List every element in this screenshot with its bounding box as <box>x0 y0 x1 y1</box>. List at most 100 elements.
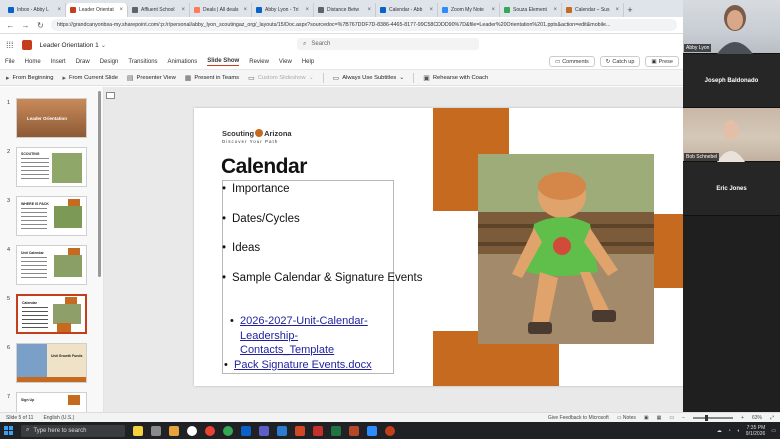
close-icon[interactable]: × <box>305 7 309 13</box>
notifications-icon[interactable]: ▭ <box>771 428 776 434</box>
comments-button[interactable]: ▭ Comments <box>549 56 595 67</box>
slide-thumbnail-1[interactable]: Leader Orientation <box>16 98 87 138</box>
tab-design[interactable]: Design <box>100 59 119 65</box>
url-field[interactable]: https://grandcanyonbsa-my.sharepoint.com… <box>51 19 677 31</box>
windows-start-icon[interactable] <box>4 426 13 435</box>
document-name[interactable]: Leader Orientation 1 ⌄ <box>40 41 107 49</box>
clock[interactable]: 7:35 PM 9/1/2026 <box>746 425 765 437</box>
participant-tile[interactable]: Eric Jones <box>683 162 780 216</box>
tab-draw[interactable]: Draw <box>76 59 90 65</box>
browser-tab[interactable]: Distance Betw × <box>314 3 376 17</box>
chrome-icon[interactable] <box>187 425 197 436</box>
child-gardening-photo[interactable] <box>478 154 654 344</box>
from-current-slide-button[interactable]: ▸ From Current Slide <box>62 74 117 82</box>
presenter-view-button[interactable]: ▤ Presenter View <box>127 74 176 82</box>
slide-thumbnail-2[interactable]: SCOUTING <box>16 147 87 187</box>
tab-slide-show[interactable]: Slide Show <box>207 58 240 66</box>
teams-icon[interactable] <box>259 425 269 436</box>
app-icon[interactable] <box>385 425 395 436</box>
new-tab-button[interactable]: + <box>624 3 636 17</box>
copilot-icon[interactable] <box>133 425 143 436</box>
powerpoint-icon[interactable] <box>295 425 305 436</box>
close-icon[interactable]: × <box>491 7 495 13</box>
slide-thumbnail-3[interactable]: WHERE IS PACK <box>16 196 87 236</box>
browser-tab[interactable]: Calendar – Sus × <box>562 3 624 17</box>
close-icon[interactable]: × <box>553 7 557 13</box>
back-arrow-icon[interactable]: ← <box>6 21 15 30</box>
tab-view[interactable]: View <box>279 59 292 65</box>
tab-home[interactable]: Home <box>25 59 41 65</box>
thumbnail-scrollbar[interactable] <box>98 91 101 277</box>
weather-icon[interactable]: ☁ <box>717 428 722 434</box>
browser-tab[interactable]: Souza Element × <box>500 3 562 17</box>
always-use-subtitles-button[interactable]: ▭ Always Use Subtitles ⌄ <box>333 74 405 82</box>
catch-up-button[interactable]: ↻ Catch up <box>599 56 641 67</box>
slide-thumbnail-7[interactable]: Sign Up <box>16 392 87 412</box>
browser-tab[interactable]: Affluent School × <box>128 3 190 17</box>
taskbar-search-input[interactable]: ⌕ Type here to search <box>21 424 125 437</box>
task-view-icon[interactable] <box>151 425 161 436</box>
give-feedback-link[interactable]: Give Feedback to Microsoft <box>548 415 609 421</box>
from-beginning-button[interactable]: ▸ From Beginning <box>6 74 53 82</box>
tab-help[interactable]: Help <box>302 59 314 65</box>
present-button[interactable]: ▣ Prese <box>645 56 679 67</box>
chrome-profile-icon[interactable] <box>205 425 215 436</box>
notes-button[interactable]: ▭ Notes <box>617 415 636 421</box>
slide[interactable]: Scouting Arizona Discover Your Path Calen… <box>194 108 688 386</box>
reload-icon[interactable]: ↻ <box>36 21 45 30</box>
calendar-template-link[interactable]: 2026-2027-Unit-Calendar-Leadership-Conta… <box>230 314 388 358</box>
forward-arrow-icon[interactable]: → <box>21 21 30 30</box>
volume-icon[interactable]: ◖ <box>737 428 740 434</box>
participant-tile[interactable]: Joseph Baldonado <box>683 54 780 108</box>
browser-tab[interactable]: Deals | All deals × <box>190 3 252 17</box>
bullet-list[interactable]: Importance Dates/Cycles Ideas Sample Cal… <box>222 182 422 315</box>
zoom-icon[interactable] <box>367 425 377 436</box>
acrobat-icon[interactable] <box>313 425 323 436</box>
close-icon[interactable]: × <box>181 7 185 13</box>
reading-view-icon[interactable]: ▭ <box>669 415 674 421</box>
excel-icon[interactable] <box>331 425 341 436</box>
close-icon[interactable]: × <box>429 7 433 13</box>
tab-insert[interactable]: Insert <box>51 59 66 65</box>
present-in-teams-button[interactable]: ▦ Present in Teams <box>185 74 239 82</box>
close-icon[interactable]: × <box>243 7 247 13</box>
signature-events-link[interactable]: Pack Signature Events.docx <box>224 358 388 373</box>
word-icon[interactable] <box>277 425 287 436</box>
browser-tab[interactable]: Zoom My Note × <box>438 3 500 17</box>
close-icon[interactable]: × <box>615 7 619 13</box>
close-icon[interactable]: × <box>367 7 371 13</box>
chrome-profile-icon[interactable] <box>223 425 233 436</box>
browser-tab[interactable]: Abby Lyon - Tri × <box>252 3 314 17</box>
close-icon[interactable]: × <box>57 7 61 13</box>
browser-tab-active[interactable]: Leader Orientat × <box>66 3 128 17</box>
zoom-level[interactable]: 63% <box>752 415 762 421</box>
fit-to-window-icon[interactable]: ⤢ <box>770 415 774 421</box>
slide-thumbnail-4[interactable]: Unit Calendar <box>16 245 87 285</box>
browser-tab[interactable]: Calendar - Abb × <box>376 3 438 17</box>
file-explorer-icon[interactable] <box>169 425 179 436</box>
app-launcher-icon[interactable]: ⁞⁞⁞ <box>6 40 14 50</box>
tab-animations[interactable]: Animations <box>168 59 198 65</box>
outlook-icon[interactable] <box>241 425 251 436</box>
participant-tile-video[interactable]: Abby Lyon <box>683 0 780 54</box>
browser-tab[interactable]: Inbox - Abby L × <box>4 3 66 17</box>
close-icon[interactable]: × <box>119 7 123 13</box>
app-icon[interactable] <box>349 425 359 436</box>
search-input[interactable]: ⌕ Search <box>297 38 479 50</box>
slide-sorter-icon[interactable]: ▦ <box>657 415 662 421</box>
slide-title[interactable]: Calendar <box>221 155 307 179</box>
custom-slideshow-button[interactable]: ▭ Custom Slideshow ⌄ <box>248 74 314 82</box>
slide-thumbnail-5-selected[interactable]: Calendar <box>16 294 87 334</box>
rehearse-with-coach-button[interactable]: ▣ Rehearse with Coach <box>423 74 488 82</box>
wifi-icon[interactable]: ◔ <box>728 428 731 434</box>
tab-transitions[interactable]: Transitions <box>128 59 157 65</box>
normal-view-icon[interactable]: ▣ <box>644 415 649 421</box>
tab-file[interactable]: File <box>5 59 15 65</box>
slide-thumbnail-6[interactable]: Unit Growth Funds <box>16 343 87 383</box>
zoom-in-icon[interactable]: + <box>741 415 744 421</box>
zoom-slider[interactable] <box>693 414 734 421</box>
tab-review[interactable]: Review <box>249 59 269 65</box>
panel-toggle-icon[interactable] <box>106 92 115 99</box>
zoom-out-icon[interactable]: − <box>682 415 685 421</box>
participant-tile-video[interactable]: Bob Schnebel <box>683 108 780 162</box>
